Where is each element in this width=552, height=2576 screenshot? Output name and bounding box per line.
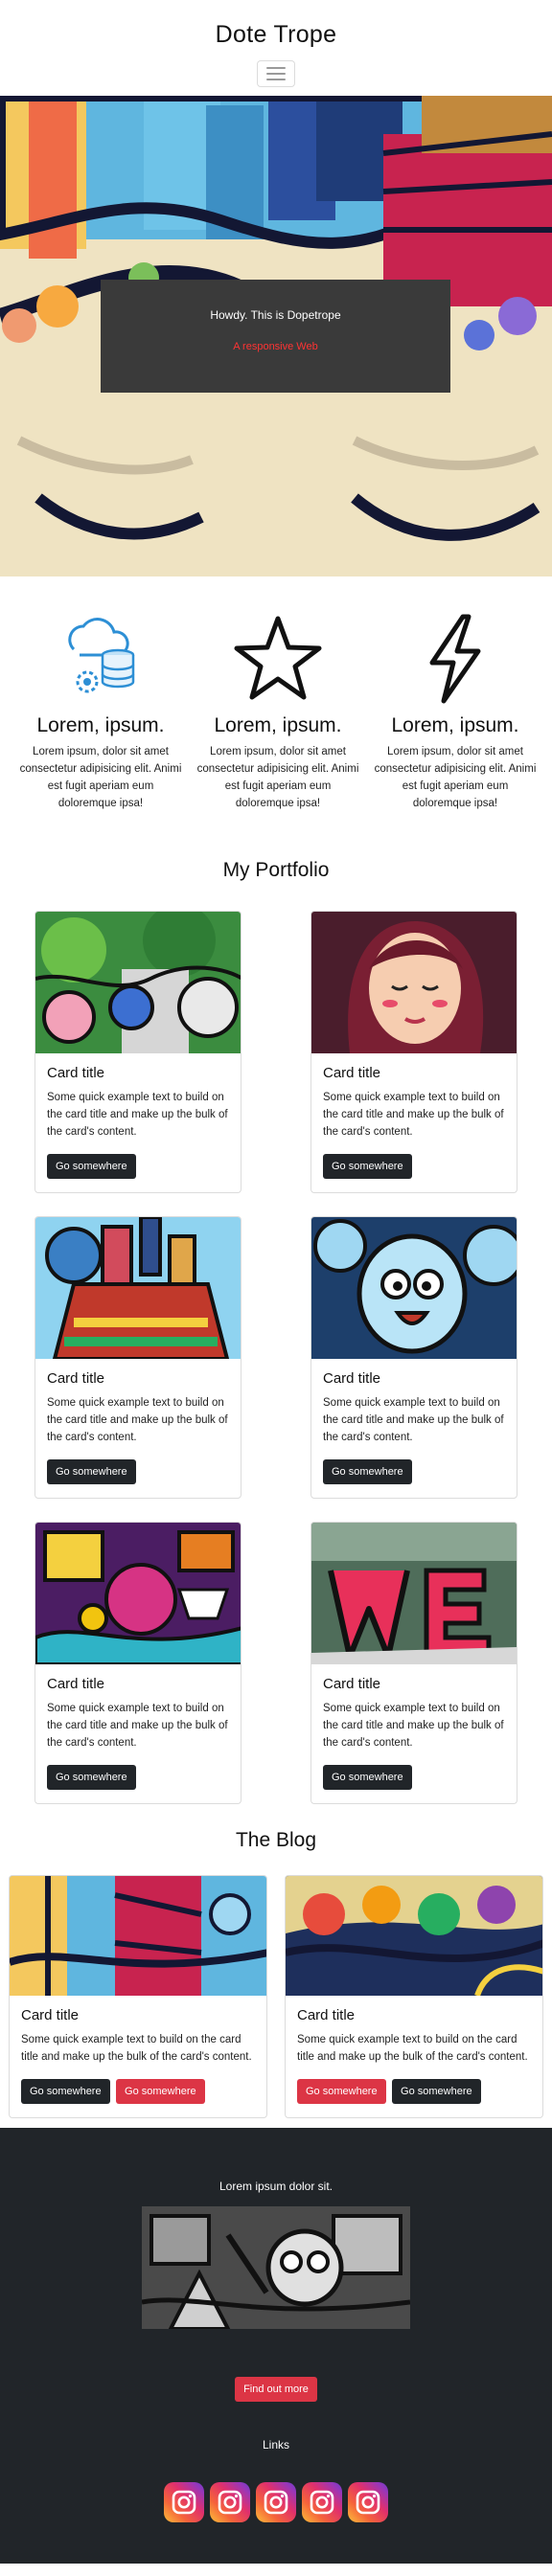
hero-subtitle: A responsive Web [233, 341, 318, 352]
social-links [0, 2482, 552, 2522]
card-text: Some quick example text to build on the … [47, 1092, 228, 1138]
hero-caption-box: Howdy. This is Dopetrope A responsive We… [101, 280, 450, 393]
go-somewhere-button[interactable]: Go somewhere [21, 2079, 110, 2104]
blog-grid: Card title Some quick example text to bu… [0, 1875, 552, 2118]
card-body: Card title Some quick example text to bu… [10, 1996, 266, 2117]
card-text: Some quick example text to build on the … [21, 2034, 252, 2063]
portfolio-heading: My Portfolio [222, 859, 330, 881]
feature-item: Lorem, ipsum. Lorem ipsum, dolor sit ame… [196, 611, 359, 849]
portfolio-card: Card title Some quick example text to bu… [34, 1216, 242, 1499]
feature-item: Lorem, ipsum. Lorem ipsum, dolor sit ame… [374, 611, 537, 849]
card-text: Some quick example text to build on the … [47, 1703, 228, 1749]
instagram-icon[interactable] [164, 2482, 204, 2522]
portfolio-grid: Card title Some quick example text to bu… [0, 899, 552, 1804]
card-image [311, 912, 517, 1053]
menu-toggle-button[interactable] [257, 60, 295, 87]
card-body: Card title Some quick example text to bu… [35, 1664, 241, 1803]
card-body: Card title Some quick example text to bu… [35, 1053, 241, 1192]
go-somewhere-button[interactable]: Go somewhere [392, 2079, 481, 2104]
hamburger-icon-line [266, 79, 286, 80]
card-text: Some quick example text to build on the … [47, 1397, 228, 1443]
card-image [311, 1217, 517, 1359]
card-image [10, 1876, 266, 1996]
card-image [286, 1876, 542, 1996]
footer: Lorem ipsum dolor sit. Find out more Lin… [0, 2128, 552, 2564]
go-somewhere-red-button[interactable]: Go somewhere [116, 2079, 205, 2104]
navbar: Dote Trope [0, 0, 552, 96]
card-body: Card title Some quick example text to bu… [311, 1053, 517, 1192]
card-text: Some quick example text to build on the … [323, 1397, 504, 1443]
hero-title: Howdy. This is Dopetrope [210, 308, 341, 322]
card-title: Card title [323, 1676, 381, 1692]
go-somewhere-button[interactable]: Go somewhere [47, 1765, 136, 1790]
blog-card: Card title Some quick example text to bu… [9, 1875, 267, 2118]
go-somewhere-button[interactable]: Go somewhere [47, 1459, 136, 1484]
portfolio-card: Card title Some quick example text to bu… [310, 1522, 518, 1804]
card-body: Card title Some quick example text to bu… [311, 1359, 517, 1498]
footer-image [142, 2206, 410, 2329]
feature-item: Lorem, ipsum. Lorem ipsum, dolor sit ame… [19, 611, 182, 849]
portfolio-card: Card title Some quick example text to bu… [34, 1522, 242, 1804]
card-title: Card title [21, 2007, 80, 2023]
hero-banner: Howdy. This is Dopetrope A responsive We… [0, 96, 552, 576]
card-title: Card title [47, 1370, 105, 1387]
go-somewhere-red-button[interactable]: Go somewhere [297, 2079, 386, 2104]
card-body: Card title Some quick example text to bu… [286, 1996, 542, 2117]
feature-title: Lorem, ipsum. [36, 714, 165, 736]
card-title: Card title [323, 1370, 381, 1387]
features-section: Lorem, ipsum. Lorem ipsum, dolor sit ame… [0, 576, 552, 849]
footer-lead-text: Lorem ipsum dolor sit. [218, 2180, 334, 2193]
card-text: Some quick example text to build on the … [323, 1703, 504, 1749]
card-image [35, 1217, 241, 1359]
go-somewhere-button[interactable]: Go somewhere [323, 1765, 412, 1790]
lightning-icon [374, 611, 537, 707]
card-body: Card title Some quick example text to bu… [35, 1359, 241, 1498]
card-text: Some quick example text to build on the … [297, 2034, 528, 2063]
feature-title: Lorem, ipsum. [391, 714, 519, 736]
go-somewhere-button[interactable]: Go somewhere [47, 1154, 136, 1179]
blog-heading: The Blog [235, 1829, 317, 1851]
go-somewhere-button[interactable]: Go somewhere [323, 1154, 412, 1179]
portfolio-card: Card title Some quick example text to bu… [310, 911, 518, 1193]
portfolio-card: Card title Some quick example text to bu… [34, 911, 242, 1193]
footer-links-label: Links [262, 2438, 289, 2452]
card-title: Card title [297, 2007, 356, 2023]
instagram-icon[interactable] [256, 2482, 296, 2522]
instagram-icon[interactable] [210, 2482, 250, 2522]
card-text: Some quick example text to build on the … [323, 1092, 504, 1138]
feature-text: Lorem ipsum, dolor sit amet consectetur … [196, 746, 359, 809]
card-title: Card title [47, 1065, 105, 1081]
hamburger-icon [266, 67, 286, 69]
find-out-more-button[interactable]: Find out more [235, 2377, 317, 2402]
cloud-database-icon [19, 611, 182, 707]
hamburger-icon-line [266, 73, 286, 75]
card-image [35, 1523, 241, 1664]
instagram-icon[interactable] [302, 2482, 342, 2522]
card-image [35, 912, 241, 1053]
feature-text: Lorem ipsum, dolor sit amet consectetur … [19, 746, 182, 809]
feature-text: Lorem ipsum, dolor sit amet consectetur … [374, 746, 537, 809]
brand-title[interactable]: Dote Trope [0, 21, 552, 49]
go-somewhere-button[interactable]: Go somewhere [323, 1459, 412, 1484]
card-title: Card title [323, 1065, 381, 1081]
blog-card: Card title Some quick example text to bu… [285, 1875, 543, 2118]
card-title: Card title [47, 1676, 105, 1692]
star-icon [196, 611, 359, 707]
instagram-icon[interactable] [348, 2482, 388, 2522]
card-body: Card title Some quick example text to bu… [311, 1664, 517, 1803]
card-image [311, 1523, 517, 1664]
feature-title: Lorem, ipsum. [214, 714, 342, 736]
portfolio-card: Card title Some quick example text to bu… [310, 1216, 518, 1499]
